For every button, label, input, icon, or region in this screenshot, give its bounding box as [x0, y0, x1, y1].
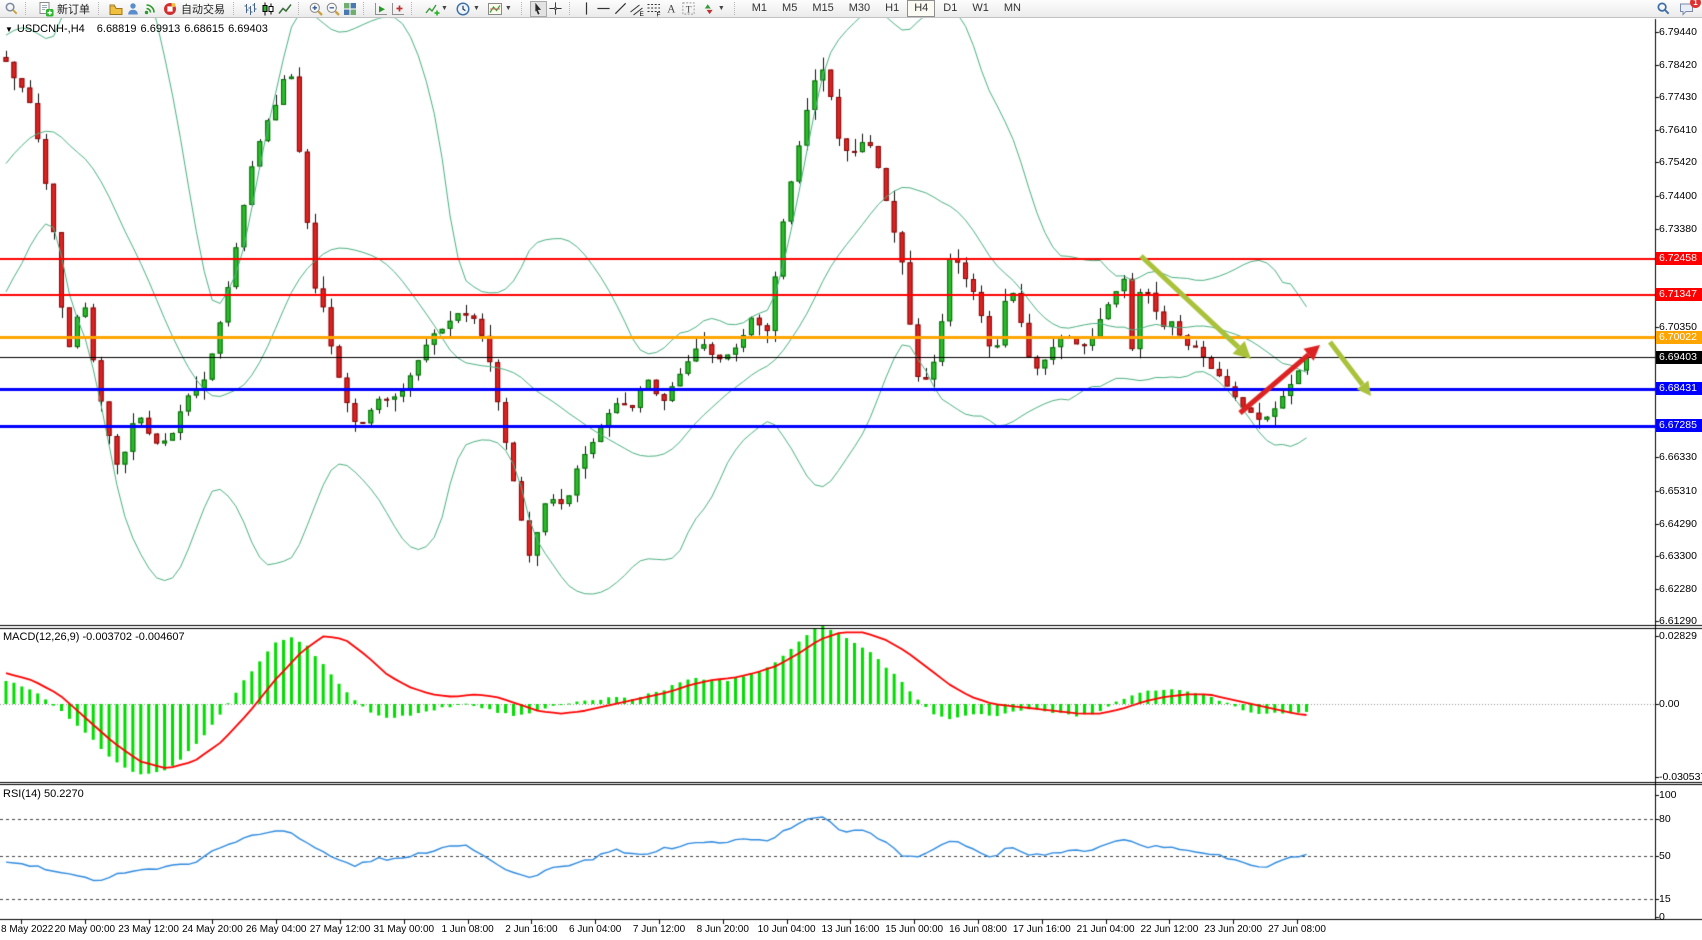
indicators-icon — [423, 1, 440, 17]
chart-shift-icon[interactable] — [389, 1, 406, 17]
indicators-button[interactable]: ▼ — [420, 1, 452, 17]
main-toolbar: 新订单 自动交易 — [0, 0, 1702, 18]
horizontal-line-tool-icon[interactable] — [595, 1, 612, 17]
timeframe-button-M1[interactable]: M1 — [745, 0, 774, 17]
cursor-icon[interactable] — [530, 1, 547, 17]
zoom-out-icon[interactable] — [324, 1, 341, 17]
periods-button[interactable]: ▼ — [452, 1, 484, 17]
arrows-tool-button[interactable]: ▼ — [697, 1, 729, 17]
community-icon[interactable] — [124, 1, 141, 17]
signals-icon[interactable] — [141, 1, 158, 17]
toolbar-separator — [298, 2, 303, 15]
arrows-tool-icon — [700, 1, 717, 17]
new-order-icon — [37, 1, 54, 17]
timeframe-button-M15[interactable]: M15 — [805, 0, 840, 17]
vertical-line-tool-icon[interactable] — [578, 1, 595, 17]
notification-badge: 1 — [1690, 0, 1701, 8]
toolbar-right-group: 1 — [1655, 1, 1699, 17]
trendline-tool-icon[interactable] — [612, 1, 629, 17]
toolbar-separator — [521, 2, 526, 15]
zoom-in-icon[interactable] — [307, 1, 324, 17]
autotrading-icon — [161, 1, 178, 17]
bar-chart-icon[interactable] — [242, 1, 259, 17]
autotrading-label: 自动交易 — [181, 1, 225, 17]
svg-text:F: F — [657, 11, 661, 17]
toolbar-separator — [233, 2, 238, 15]
templates-icon — [487, 1, 504, 17]
chevron-down-icon: ▼ — [473, 5, 480, 12]
search-icon[interactable] — [3, 1, 20, 17]
crosshair-icon[interactable] — [547, 1, 564, 17]
periods-clock-icon — [455, 1, 472, 17]
trading-terminal-window: 新订单 自动交易 — [0, 0, 1702, 940]
equidistant-channel-tool-icon[interactable]: E — [629, 1, 646, 17]
timeframe-group: M1M5M15M30H1H4D1W1MN — [745, 0, 1028, 17]
new-order-button[interactable]: 新订单 — [34, 1, 93, 17]
chart-canvas[interactable] — [0, 0, 1702, 940]
toolbar-separator — [569, 2, 574, 15]
toolbar-separator — [98, 2, 103, 15]
timeframe-button-H1[interactable]: H1 — [878, 0, 906, 17]
candlestick-chart-icon[interactable] — [259, 1, 276, 17]
autotrading-button[interactable]: 自动交易 — [158, 1, 228, 17]
fibonacci-tool-icon[interactable]: F — [646, 1, 663, 17]
text-tool-icon[interactable]: A — [663, 1, 680, 17]
text-label-tool-icon[interactable]: T — [680, 1, 697, 17]
notifications-icon[interactable]: 1 — [1678, 1, 1695, 17]
tile-windows-icon[interactable] — [341, 1, 358, 17]
templates-button[interactable]: ▼ — [484, 1, 516, 17]
toolbar-separator — [25, 2, 30, 15]
toolbar-separator — [734, 2, 739, 15]
svg-text:E: E — [640, 11, 645, 17]
timeframe-button-D1[interactable]: D1 — [936, 0, 964, 17]
timeframe-button-M5[interactable]: M5 — [775, 0, 804, 17]
profiles-icon[interactable] — [107, 1, 124, 17]
timeframe-button-MN[interactable]: MN — [997, 0, 1028, 17]
timeframe-button-W1[interactable]: W1 — [965, 0, 996, 17]
toolbar-separator — [363, 2, 368, 15]
toolbar-separator — [411, 2, 416, 15]
timeframe-button-H4[interactable]: H4 — [907, 0, 935, 17]
chevron-down-icon: ▼ — [441, 5, 448, 12]
new-order-label: 新订单 — [57, 1, 90, 17]
svg-text:A: A — [667, 4, 676, 16]
auto-scroll-icon[interactable] — [372, 1, 389, 17]
chevron-down-icon: ▼ — [718, 5, 725, 12]
chevron-down-icon: ▼ — [505, 5, 512, 12]
timeframe-button-M30[interactable]: M30 — [842, 0, 877, 17]
line-chart-icon[interactable] — [276, 1, 293, 17]
search-icon[interactable] — [1655, 1, 1672, 17]
svg-text:T: T — [686, 5, 692, 15]
